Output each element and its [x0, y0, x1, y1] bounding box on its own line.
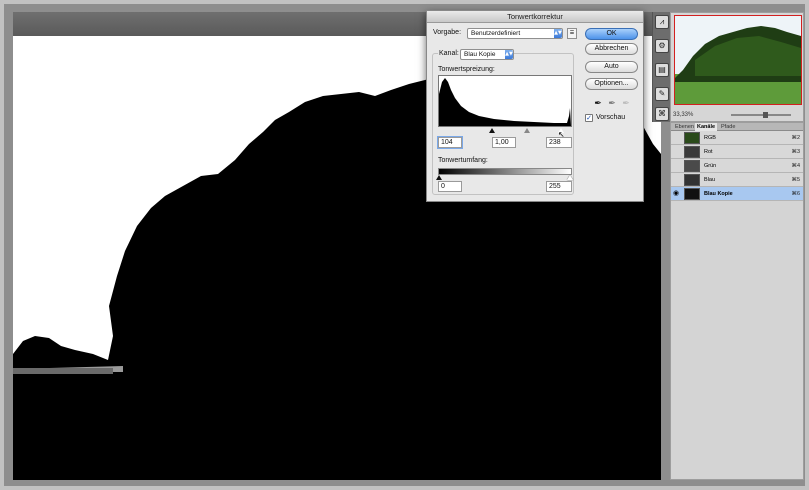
gray-eyedropper-icon[interactable]: ✒ — [607, 98, 617, 110]
output-levels-label: Tonwertumfang: — [438, 157, 488, 164]
navigator-zoom-slider[interactable] — [731, 114, 791, 116]
input-black-slider[interactable] — [489, 128, 495, 133]
input-levels-label: Tonwertspreizung: — [438, 66, 495, 73]
channel-thumbnail — [684, 160, 700, 172]
navigator-zoom-knob[interactable] — [763, 112, 768, 118]
input-white-field[interactable]: 238 — [546, 137, 572, 148]
preview-label: Vorschau — [596, 114, 626, 121]
dropdown-arrow-icon: ▲▼ — [505, 50, 513, 59]
dropdown-arrow-icon: ▲▼ — [554, 29, 562, 38]
channel-name: Blau Kopie — [704, 191, 733, 197]
auto-button[interactable]: Auto — [585, 61, 638, 73]
channels-panel: Ebenen Kanäle Pfade RGB ⌘2 Rot ⌘3 Grün ⌘… — [670, 122, 804, 480]
preset-value: Benutzerdefiniert — [471, 30, 521, 37]
channel-thumbnail — [684, 188, 700, 200]
channel-name: Grün — [704, 163, 717, 169]
channel-shortcut: ⌘5 — [791, 177, 800, 183]
histogram-icon[interactable]: ⩘ — [655, 15, 669, 29]
channel-shortcut: ⌘3 — [791, 149, 800, 155]
channel-row-blue-copy[interactable]: ◉ Blau Kopie ⌘6 — [671, 187, 803, 201]
levels-dialog: Tonwertkorrektur Vorgabe: Benutzerdefini… — [426, 10, 644, 202]
output-gradient-bar — [438, 168, 572, 175]
black-eyedropper-icon[interactable]: ✒ — [593, 98, 603, 110]
info-icon[interactable]: ▤ — [655, 63, 669, 77]
channel-row-red[interactable]: Rot ⌘3 — [671, 145, 803, 159]
preset-options-icon[interactable]: ☰ — [567, 28, 577, 39]
channel-row-green[interactable]: Grün ⌘4 — [671, 159, 803, 173]
navigator-zoom-value[interactable]: 33,33% — [673, 112, 693, 118]
ok-button[interactable]: OK — [585, 28, 638, 40]
options-button[interactable]: Optionen... — [585, 78, 638, 90]
preset-label: Vorgabe: — [433, 29, 462, 36]
navigator-thumbnail[interactable] — [674, 15, 802, 105]
input-black-field[interactable]: 104 — [438, 137, 462, 148]
preset-select[interactable]: Benutzerdefiniert ▲▼ — [467, 28, 563, 39]
paths-icon[interactable]: ⌘ — [655, 107, 669, 121]
output-white-slider[interactable] — [567, 175, 573, 180]
panel-tool-strip: ⩘ ⚙ ▤ ✎ ⌘ — [652, 12, 670, 122]
channel-shortcut: ⌘4 — [791, 163, 800, 169]
visibility-eye-icon[interactable]: ◉ — [673, 190, 681, 198]
channel-shortcut: ⌘6 — [791, 191, 800, 197]
actions-icon[interactable]: ⚙ — [655, 39, 669, 53]
channel-row-blue[interactable]: Blau ⌘5 — [671, 173, 803, 187]
input-gamma-field[interactable]: 1,00 — [492, 137, 516, 148]
input-gamma-slider[interactable] — [524, 128, 530, 133]
preview-checkbox[interactable]: ✓ — [585, 114, 593, 122]
navigator-panel: 33,33% — [670, 12, 804, 122]
white-eyedropper-icon[interactable]: ✒ — [621, 98, 631, 110]
histogram — [438, 75, 572, 127]
application-window: ⩘ ⚙ ▤ ✎ ⌘ 33,33% Ebenen Kanäle Pfade RGB… — [0, 0, 809, 490]
tab-layers[interactable]: Ebenen — [673, 123, 696, 131]
tab-channels[interactable]: Kanäle — [695, 123, 718, 131]
cancel-button[interactable]: Abbrechen — [585, 43, 638, 55]
channel-name: Blau — [704, 177, 716, 183]
channel-row-rgb[interactable]: RGB ⌘2 — [671, 131, 803, 145]
channel-thumbnail — [684, 146, 700, 158]
channel-name: Rot — [704, 149, 713, 155]
channel-select[interactable]: Blau Kopie ▲▼ — [460, 49, 514, 60]
output-black-field[interactable]: 0 — [438, 181, 462, 192]
output-white-field[interactable]: 255 — [546, 181, 572, 192]
output-black-slider[interactable] — [436, 175, 442, 180]
panel-tabs: Ebenen Kanäle Pfade — [671, 123, 803, 131]
tab-paths[interactable]: Pfade — [719, 123, 737, 131]
channel-name: RGB — [704, 135, 716, 141]
channel-label: Kanal: — [438, 50, 460, 57]
channel-thumbnail — [684, 174, 700, 186]
dialog-title[interactable]: Tonwertkorrektur — [427, 11, 643, 23]
channel-shortcut: ⌘2 — [791, 135, 800, 141]
channel-thumbnail — [684, 132, 700, 144]
brushes-icon[interactable]: ✎ — [655, 87, 669, 101]
channel-value: Blau Kopie — [464, 51, 496, 58]
